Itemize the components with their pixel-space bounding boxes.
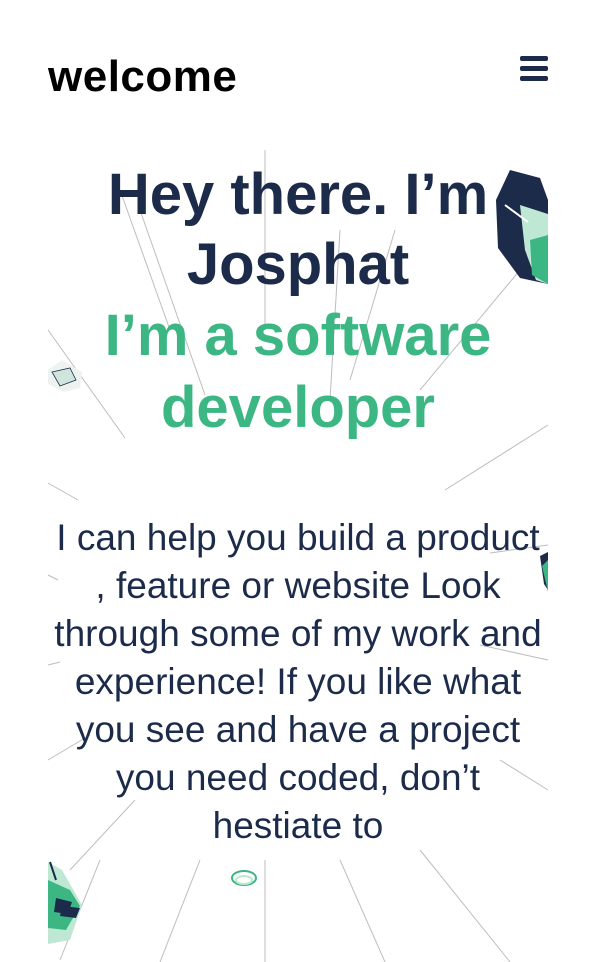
hamburger-menu-icon[interactable]: [520, 56, 548, 82]
menu-bar-bottom: [520, 76, 548, 81]
spiral-ornament: [231, 870, 257, 886]
menu-bar-middle: [520, 66, 548, 71]
crystal-bottom-left: [48, 861, 82, 944]
site-header: welcome: [48, 48, 548, 108]
site-logo[interactable]: welcome: [48, 52, 237, 102]
hero-section: Hey there. I’m Josphat I’m a software de…: [48, 160, 548, 444]
intro-paragraph: I can help you build a product , feature…: [54, 517, 542, 846]
menu-bar-top: [520, 56, 548, 61]
hero-subtitle: I’m a software developer: [104, 303, 492, 440]
hero-title: Hey there. I’m Josphat: [107, 162, 489, 297]
